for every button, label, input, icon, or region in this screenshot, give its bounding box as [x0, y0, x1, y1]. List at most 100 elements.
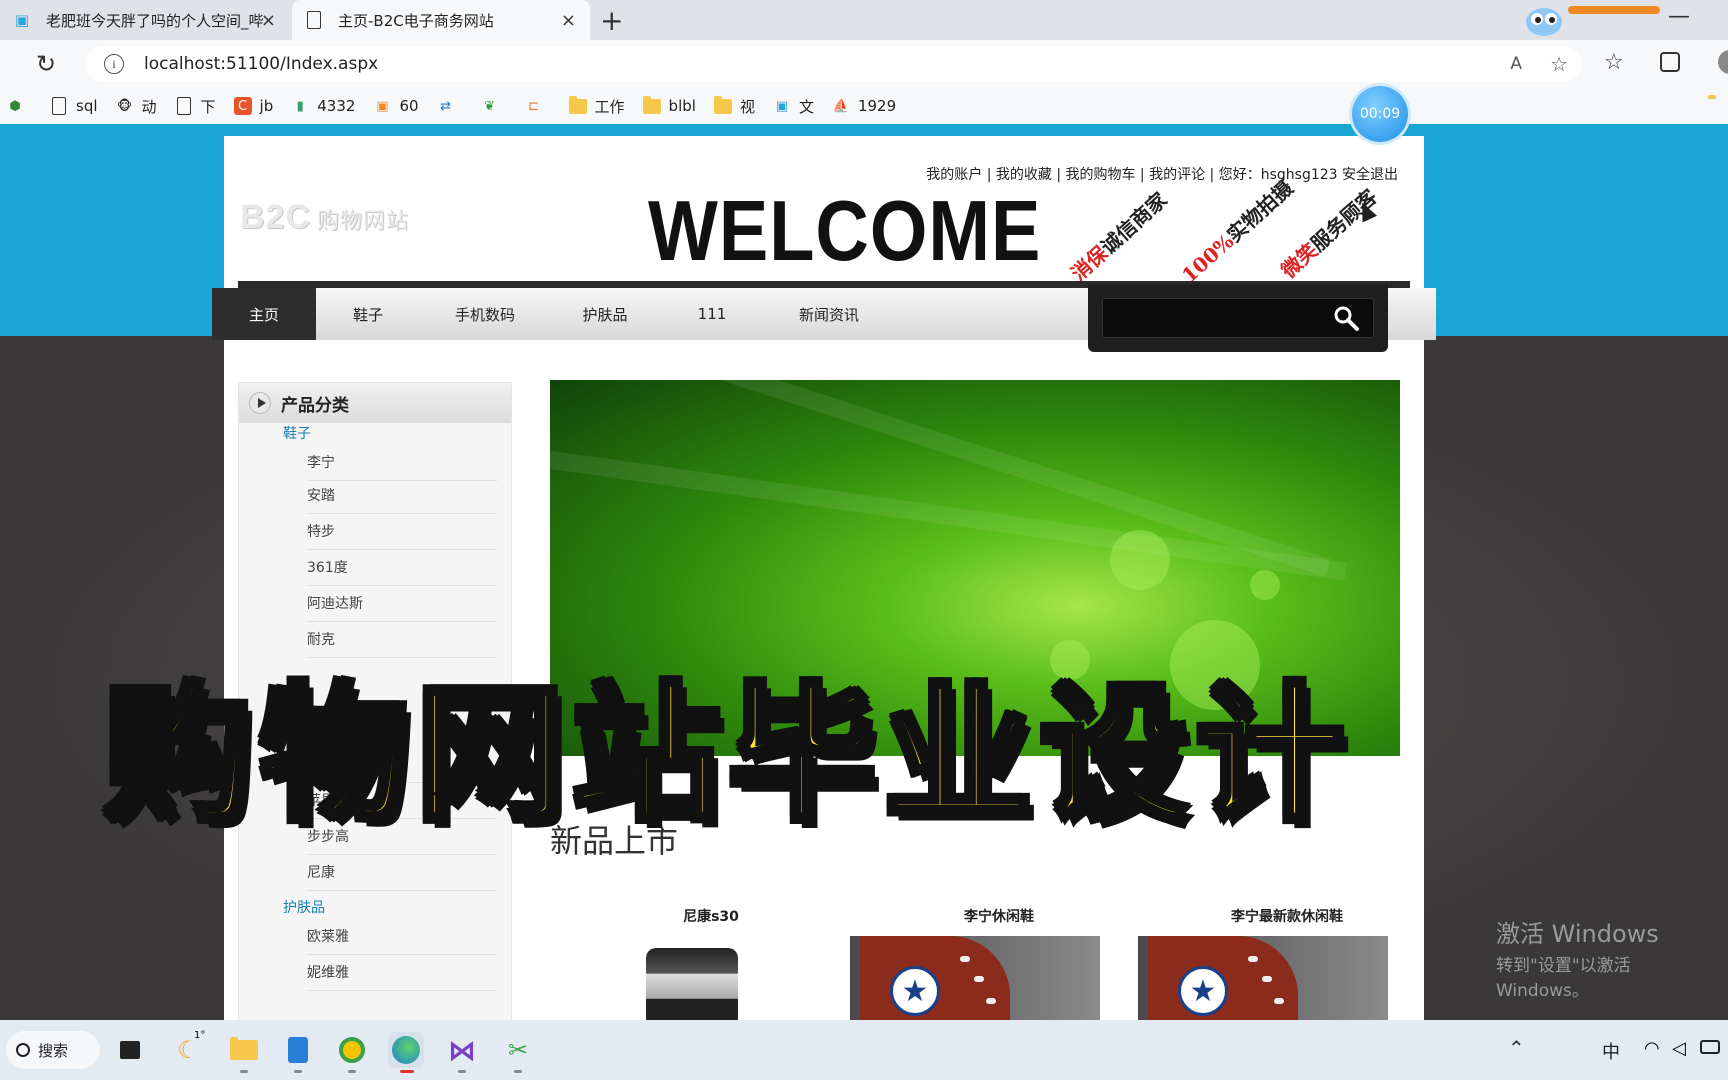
banner-ray: [550, 437, 1347, 581]
nav-news[interactable]: 新闻资讯: [764, 288, 894, 340]
app-green-icon[interactable]: [334, 1032, 370, 1068]
search-icon[interactable]: [1332, 304, 1360, 332]
product-image-shoe[interactable]: ★: [1138, 936, 1388, 1020]
watermark-line1: 激活 Windows: [1496, 920, 1659, 948]
welcome-banner: WELCOME: [648, 182, 1042, 279]
nav-home[interactable]: 主页: [212, 288, 316, 340]
tab-bilibili[interactable]: ▣ 老肥班今天胖了吗的个人空间_哔 ×: [0, 0, 290, 40]
info-icon[interactable]: i: [104, 54, 124, 74]
nav-skincare[interactable]: 护肤品: [550, 288, 660, 340]
stamp-red: 100%: [1177, 229, 1239, 288]
nav-digital[interactable]: 手机数码: [420, 288, 550, 340]
tool-icon[interactable]: ✂: [500, 1032, 536, 1068]
brand-link[interactable]: 特步: [307, 514, 497, 550]
product-image-lens[interactable]: [586, 936, 836, 1020]
edge-icon[interactable]: [388, 1032, 424, 1068]
bookmark-label: 动: [141, 97, 157, 116]
visual-studio-icon[interactable]: ⋈: [444, 1032, 480, 1068]
running-indicator: [240, 1070, 248, 1073]
banner-bubble: [1250, 570, 1280, 600]
minimize-button[interactable]: —: [1668, 4, 1690, 29]
leaf-icon: ❦: [484, 98, 495, 114]
book-icon: ▮: [296, 98, 304, 114]
favorites-icon[interactable]: ☆: [1604, 50, 1624, 75]
file-explorer-icon[interactable]: [226, 1032, 262, 1068]
watermark-line2: 转到"设置"以激活 Windows。: [1496, 956, 1631, 1001]
chevron-up-icon[interactable]: ⌃: [1508, 1036, 1525, 1060]
bookmark-item[interactable]: ⛵ 1929: [832, 97, 896, 115]
new-tab-button[interactable]: +: [600, 4, 623, 37]
brand-link[interactable]: 阿迪达斯: [307, 586, 497, 622]
site-logo[interactable]: B2C 购物网站: [240, 198, 409, 237]
bookmark-item[interactable]: ⇄: [437, 97, 463, 115]
brand-link[interactable]: 李宁: [307, 445, 497, 481]
recording-timer[interactable]: 00:09: [1352, 86, 1408, 142]
c-logo-icon: C: [233, 97, 252, 115]
volume-icon[interactable]: ◁: [1672, 1038, 1686, 1059]
bookmark-item[interactable]: 🐵 动: [116, 96, 157, 117]
url-field[interactable]: i localhost:51100/Index.aspx A ☆: [86, 46, 1582, 82]
bracket-icon: ⊏: [528, 98, 539, 114]
collections-icon[interactable]: [1660, 52, 1680, 72]
profile-icon[interactable]: [1718, 50, 1728, 74]
category-skincare[interactable]: 护肤品: [283, 897, 325, 917]
bookmark-item[interactable]: sql: [50, 97, 98, 115]
bookmark-label: 下: [200, 97, 216, 116]
brand-link[interactable]: 尼康: [307, 855, 497, 891]
wifi-icon[interactable]: ◠: [1644, 1038, 1660, 1059]
notepad-icon[interactable]: [280, 1032, 316, 1068]
product-name[interactable]: 李宁休闲鞋: [874, 906, 1124, 926]
search-box: [1088, 284, 1388, 352]
bookmark-item[interactable]: ▮ 4332: [291, 97, 356, 115]
bookmark-folder[interactable]: 工作: [568, 95, 625, 117]
ime-indicator[interactable]: 中: [1602, 1038, 1620, 1064]
lace-mark: [986, 998, 996, 1004]
reload-icon[interactable]: ↻: [36, 50, 56, 78]
product-image-shoe[interactable]: ★: [850, 936, 1100, 1020]
monkey-icon: 🐵: [117, 98, 133, 114]
tab-shop[interactable]: 主页-B2C电子商务网站 ×: [292, 0, 590, 40]
video-overlay-title: 购物网站毕业设计: [101, 666, 1352, 844]
bookmark-item[interactable]: Cjb: [233, 97, 273, 115]
gift-icon: ▣: [376, 98, 389, 114]
brand-link[interactable]: 安踏: [307, 478, 497, 514]
brand-link[interactable]: 361度: [307, 550, 497, 586]
nav-shoes[interactable]: 鞋子: [316, 288, 420, 340]
bookmark-item[interactable]: ▣ 60: [373, 97, 418, 115]
mascot-icon: [1524, 4, 1660, 36]
address-bar: ↻ i localhost:51100/Index.aspx A ☆ ☆: [0, 40, 1728, 88]
bookmark-folder[interactable]: 视: [713, 95, 755, 117]
page-icon: [304, 10, 324, 30]
read-aloud-icon[interactable]: A: [1510, 54, 1522, 74]
bookmark-folder[interactable]: blbl: [642, 95, 696, 115]
category-shoes[interactable]: 鞋子: [283, 423, 311, 443]
search-label: 搜索: [38, 1041, 69, 1060]
taskbar-search[interactable]: 搜索: [6, 1031, 100, 1069]
bookmark-item[interactable]: ⊏: [525, 97, 551, 115]
main-nav: 主页 鞋子 手机数码 护肤品 111 新闻资讯: [212, 284, 1436, 352]
active-indicator: [400, 1070, 414, 1073]
tab-title: 主页-B2C电子商务网站: [338, 11, 494, 30]
bookmark-item[interactable]: ▣ 文: [773, 96, 814, 117]
bookmark-label: blbl: [668, 97, 696, 115]
brand-link[interactable]: 妮维雅: [307, 955, 497, 991]
task-view-icon[interactable]: [112, 1032, 148, 1068]
bookmark-item[interactable]: ❦: [481, 97, 507, 115]
ghost-icon: [1526, 8, 1562, 36]
bookmark-shield[interactable]: ⬢: [6, 97, 32, 115]
add-favorite-icon[interactable]: ☆: [1550, 52, 1568, 76]
logo-subtext: 购物网站: [317, 208, 410, 233]
product-name[interactable]: 李宁最新款休闲鞋: [1162, 906, 1412, 926]
tab-close-icon[interactable]: ×: [561, 10, 576, 31]
nav-111[interactable]: 111: [660, 288, 764, 340]
product-name[interactable]: 尼康s30: [586, 906, 836, 926]
brand-link[interactable]: 欧莱雅: [307, 919, 497, 955]
running-indicator: [294, 1070, 302, 1073]
url-text[interactable]: localhost:51100/Index.aspx: [144, 54, 378, 74]
bookmark-item[interactable]: 下: [175, 96, 216, 117]
battery-icon[interactable]: [1700, 1040, 1720, 1054]
account-links[interactable]: 我的账户 | 我的收藏 | 我的购物车 | 我的评论 | 您好：hsghsg12…: [926, 164, 1398, 184]
tab-close-icon[interactable]: ×: [261, 10, 276, 31]
star-icon: ★: [890, 966, 940, 1016]
weather-icon[interactable]: ☾ 1°: [170, 1030, 206, 1068]
